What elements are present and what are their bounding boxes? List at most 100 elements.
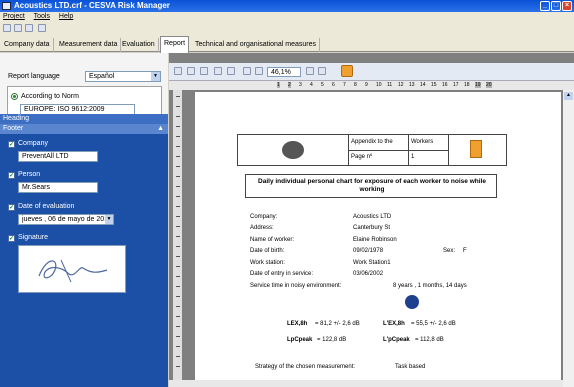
ruler-page-12[interactable]: 12	[398, 82, 404, 88]
person-checkbox[interactable]: ✓	[8, 172, 15, 179]
chart-title-box: Daily individual personal chart for expo…	[245, 174, 497, 198]
calendar-dropdown-icon[interactable]: ▼	[105, 215, 113, 224]
company-field-label: Company:	[250, 214, 278, 220]
vruler-tick	[176, 216, 180, 217]
menu-project[interactable]: Project	[3, 13, 25, 20]
entry-date-value: 03/06/2002	[353, 271, 384, 277]
footer-header[interactable]: Footer ▲	[0, 124, 168, 134]
signature-checkbox[interactable]: ✓	[8, 235, 15, 242]
report-document-icon	[470, 140, 482, 158]
report-page: Appendix to the Workers Page nº 1 Daily …	[195, 92, 561, 382]
ruler-page-11[interactable]: 11	[387, 82, 392, 88]
company-label: Company	[18, 140, 48, 147]
report-language-value: Español	[89, 73, 115, 80]
date-field[interactable]: jueves , 06 de mayo de 201 ▼	[18, 214, 114, 225]
tab-measurement-data[interactable]: Measurement data	[56, 38, 122, 52]
ruler-page-7[interactable]: 7	[343, 82, 346, 88]
open-folder-icon[interactable]	[14, 24, 22, 32]
heading-header[interactable]: Heading	[0, 114, 168, 124]
collapse-icon[interactable]: ▲	[157, 124, 164, 134]
strategy-value: Task based	[395, 364, 426, 370]
work-station-label: Work station:	[250, 260, 285, 266]
entry-date-label: Date of entry in service:	[250, 271, 314, 277]
sex-value: F	[463, 248, 467, 254]
signature-box[interactable]	[18, 245, 126, 293]
vruler-tick	[176, 206, 180, 207]
tab-company-data[interactable]: Company data	[1, 38, 54, 52]
company-checkbox[interactable]: ✓	[8, 141, 15, 148]
export-icon[interactable]	[200, 67, 208, 75]
fit-page-icon[interactable]	[306, 67, 314, 75]
vruler-tick	[176, 236, 180, 237]
horizontal-scrollbar[interactable]	[169, 380, 563, 387]
ruler-page-3[interactable]: 3	[299, 82, 302, 88]
ruler-page-2[interactable]: 2	[288, 82, 291, 88]
ruler-page-17[interactable]: 17	[453, 82, 459, 88]
tab-technical-measures[interactable]: Technical and organisational measures	[192, 38, 321, 52]
zoom-select[interactable]: 46,1%	[267, 67, 301, 77]
ruler-page-4[interactable]: 4	[310, 82, 313, 88]
ruler-page-9[interactable]: 9	[365, 82, 368, 88]
signature-image	[38, 259, 108, 283]
minimize-button[interactable]: _	[540, 1, 550, 11]
norm-radio[interactable]	[11, 93, 18, 100]
vruler-tick	[176, 256, 180, 257]
tab-evaluation[interactable]: Evaluation	[119, 38, 159, 52]
view-icon[interactable]	[318, 67, 326, 75]
lpc-value: = 122,8 dB	[317, 337, 347, 343]
service-time-label: Service time in noisy environment:	[250, 283, 342, 289]
first-page-icon[interactable]	[174, 67, 182, 75]
scroll-up-icon[interactable]: ▲	[564, 92, 573, 100]
footer-label: Footer	[3, 125, 24, 132]
appendix-label: Appendix to the	[351, 139, 393, 145]
vertical-scrollbar[interactable]: ▲	[563, 90, 574, 387]
ruler-page-14[interactable]: 14	[420, 82, 426, 88]
address-label: Address:	[250, 225, 274, 231]
zoom-in-icon[interactable]	[243, 67, 251, 75]
ruler-page-13[interactable]: 13	[409, 82, 415, 88]
maximize-button[interactable]: □	[551, 1, 561, 11]
chevron-down-icon[interactable]: ▼	[151, 72, 160, 81]
ruler-page-19[interactable]: 19	[475, 82, 481, 88]
lpc2-value: = 112,8 dB	[415, 337, 444, 343]
next-page-icon[interactable]	[227, 67, 235, 75]
ruler-page-8[interactable]: 8	[354, 82, 357, 88]
save-icon[interactable]	[25, 24, 33, 32]
menu-tools[interactable]: Tools	[34, 13, 50, 20]
new-file-icon[interactable]	[3, 24, 11, 32]
page-ruler: 1 2 3 4 5 6 7 8 9 10 11 12 13 14 15 16 17 18 19 20	[169, 81, 574, 90]
vruler-tick	[176, 326, 180, 327]
orange-action-icon[interactable]	[341, 65, 353, 77]
person-label: Person	[18, 171, 41, 178]
report-language-select[interactable]: Español ▼	[85, 71, 161, 82]
ruler-page-18[interactable]: 18	[464, 82, 470, 88]
vruler-tick	[176, 366, 180, 367]
previous-page-icon[interactable]	[214, 67, 222, 75]
print-icon[interactable]	[187, 67, 195, 75]
vruler-tick	[176, 276, 180, 277]
date-checkbox[interactable]: ✓	[8, 204, 15, 211]
ruler-page-15[interactable]: 15	[431, 82, 437, 88]
company-field[interactable]: PreventAll LTD	[18, 151, 98, 162]
main-tabs: Company data Measurement data Evaluation…	[0, 34, 574, 53]
ruler-page-20[interactable]: 20	[486, 82, 492, 88]
zoom-out-icon[interactable]	[255, 67, 263, 75]
menu-help[interactable]: Help	[59, 13, 73, 20]
heading-footer-panel: Heading Footer ▲ ✓ Company PreventAll LT…	[0, 114, 168, 387]
ruler-page-10[interactable]: 10	[376, 82, 382, 88]
close-button[interactable]: ×	[562, 1, 572, 11]
person-field[interactable]: Mr.Sears	[18, 182, 98, 193]
page-number-label: Page nº	[351, 154, 373, 160]
lpc-label: LpCpeak	[287, 337, 313, 343]
report-header-box: Appendix to the Workers Page nº 1	[237, 134, 507, 166]
settings-icon[interactable]	[38, 24, 46, 32]
ruler-page-5[interactable]: 5	[321, 82, 324, 88]
ruler-page-6[interactable]: 6	[332, 82, 335, 88]
ruler-page-1[interactable]: 1	[277, 82, 280, 88]
ruler-page-16[interactable]: 16	[442, 82, 448, 88]
vruler-tick	[176, 176, 180, 177]
window-title: Acoustics LTD.crf - CESVA Risk Manager	[14, 1, 170, 10]
tab-report[interactable]: Report	[160, 36, 190, 53]
vruler-tick	[176, 136, 180, 137]
vruler-tick	[176, 226, 180, 227]
